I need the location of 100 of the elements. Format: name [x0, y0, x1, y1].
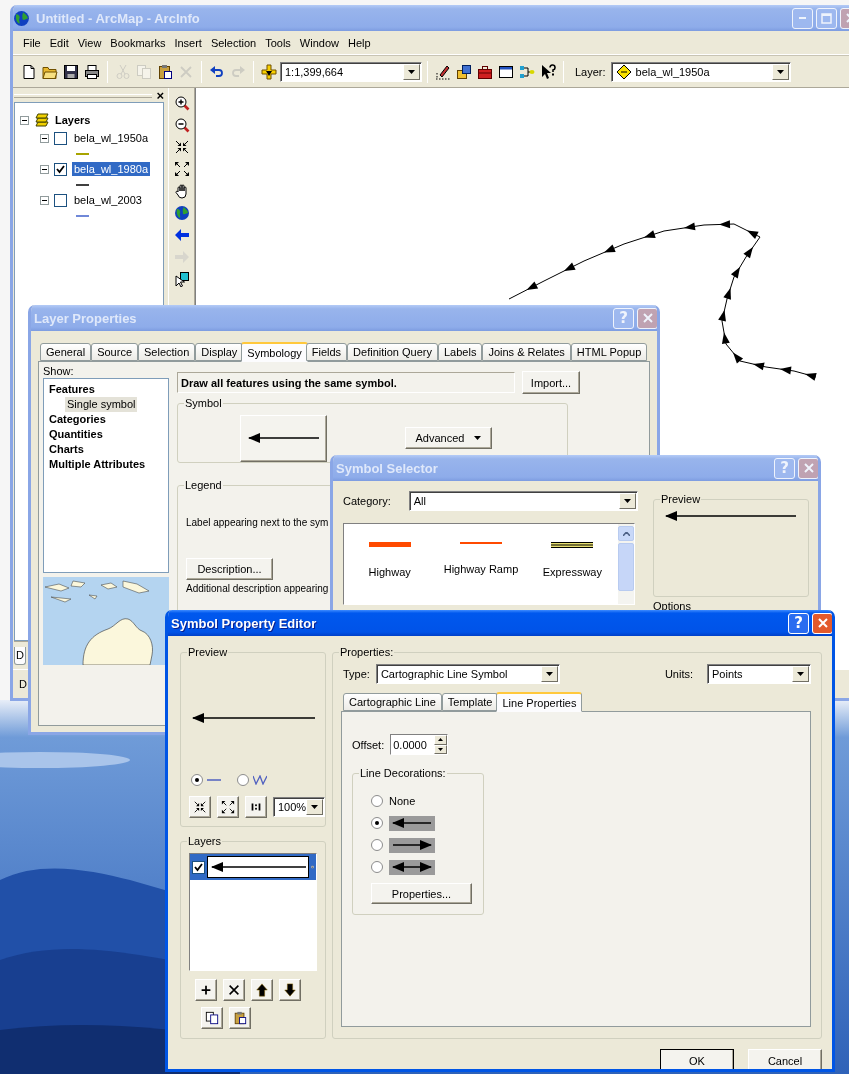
import-button[interactable]: Import...: [522, 371, 580, 394]
fixed-zoom-in-button[interactable]: [189, 796, 211, 818]
tab[interactable]: Joins & Relates: [482, 343, 571, 361]
symbol-preview-button[interactable]: [240, 414, 327, 462]
list-item[interactable]: Single symbol: [65, 397, 138, 412]
paste-button[interactable]: [229, 1007, 251, 1029]
copy-icon: [205, 1011, 219, 1025]
radio-button[interactable]: [371, 817, 383, 829]
field-label: Layer:: [575, 65, 606, 78]
symbol-label[interactable]: Highway Ramp: [443, 563, 519, 575]
list-item[interactable]: Categories: [47, 412, 108, 427]
tab[interactable]: Definition Query: [347, 343, 438, 361]
tab[interactable]: D: [14, 646, 26, 665]
copy-button[interactable]: [201, 1007, 223, 1029]
dropdown-button[interactable]: [618, 493, 636, 509]
minimize-icon: [799, 17, 806, 19]
symbol-label[interactable]: Highway: [368, 566, 411, 578]
fixed-zoom-out-icon: [221, 800, 235, 814]
up-arrow-icon: [255, 983, 269, 997]
caret-icon: [408, 69, 415, 74]
help-button[interactable]: ?: [788, 612, 809, 634]
menu-item[interactable]: Selection: [210, 36, 257, 49]
checkbox[interactable]: [54, 162, 67, 176]
group-label: Preview: [187, 646, 229, 658]
category-dropdown[interactable]: All: [408, 491, 638, 511]
cancel-button[interactable]: Cancel: [748, 1049, 822, 1069]
layer-dropdown[interactable]: bela_wl_1950a: [610, 61, 791, 82]
option-label: None: [389, 795, 416, 807]
menu-item[interactable]: Help: [348, 36, 371, 49]
collapse-toggle[interactable]: [40, 195, 49, 205]
close-button[interactable]: ×: [156, 90, 164, 102]
group-label: Line Decorations:: [359, 767, 447, 779]
fixed-zoom-out-button[interactable]: [217, 796, 239, 818]
close-button[interactable]: [812, 612, 832, 634]
symbol-label[interactable]: Expressway: [542, 566, 602, 578]
description-button[interactable]: Description...: [186, 558, 273, 580]
checkbox[interactable]: [54, 131, 67, 145]
menu-item[interactable]: File: [23, 36, 41, 49]
tab[interactable]: Labels: [438, 343, 483, 361]
group-label: Preview: [660, 493, 702, 505]
list-item[interactable]: [190, 854, 316, 880]
layer-label[interactable]: bela_wl_1980a: [72, 162, 150, 176]
layer-label[interactable]: bela_wl_1950a: [72, 131, 150, 145]
spin-field[interactable]: 0.0000: [390, 734, 449, 755]
zoom-dropdown[interactable]: 100%: [273, 797, 325, 817]
list-item[interactable]: Features: [47, 382, 97, 397]
properties-button[interactable]: Properties...: [371, 883, 472, 904]
tab[interactable]: HTML Popup: [570, 343, 648, 361]
add-button[interactable]: [195, 979, 217, 1001]
menu-item[interactable]: Window: [299, 36, 339, 49]
caret-icon: [776, 69, 784, 74]
radio-button[interactable]: [191, 774, 203, 786]
scale-dropdown[interactable]: 1:1,399,664: [280, 61, 422, 82]
scrollbar-thumb[interactable]: [618, 543, 634, 591]
collapse-toggle[interactable]: [40, 164, 49, 174]
list-item[interactable]: Quantities: [47, 427, 105, 442]
radio-button[interactable]: [371, 795, 383, 807]
tab[interactable]: General: [40, 343, 92, 361]
radio-button[interactable]: [371, 861, 383, 873]
list-item[interactable]: Charts: [47, 442, 86, 457]
tab[interactable]: Symbology: [241, 342, 308, 362]
tab[interactable]: Source: [91, 343, 138, 361]
toolbar-label[interactable]: D: [19, 678, 27, 690]
checkbox[interactable]: [54, 193, 67, 207]
menu-item[interactable]: Insert: [174, 36, 202, 49]
dropdown-button[interactable]: [540, 666, 558, 682]
tab[interactable]: Display: [195, 343, 244, 361]
ok-button[interactable]: OK: [660, 1049, 734, 1069]
dropdown-button[interactable]: [792, 666, 809, 682]
type-dropdown[interactable]: Cartographic Line Symbol: [375, 664, 560, 684]
menu-item[interactable]: Bookmarks: [110, 36, 166, 49]
checkbox[interactable]: [192, 860, 205, 874]
list-item[interactable]: Multiple Attributes: [47, 457, 148, 472]
tab[interactable]: Line Properties: [496, 692, 583, 712]
units-dropdown[interactable]: Points: [707, 664, 811, 684]
menu-item[interactable]: View: [77, 36, 102, 49]
dropdown-button[interactable]: [771, 63, 789, 80]
radio-button[interactable]: [371, 839, 383, 851]
spin-up-button[interactable]: [434, 735, 448, 745]
dropdown-button[interactable]: [306, 799, 323, 815]
menu-item[interactable]: Tools: [265, 36, 291, 49]
tab[interactable]: Fields: [305, 343, 348, 361]
one-to-one-button[interactable]: [245, 796, 267, 818]
collapse-toggle[interactable]: [40, 133, 49, 143]
radio-button[interactable]: [237, 774, 249, 786]
down-button[interactable]: [279, 979, 301, 1001]
layer-label[interactable]: bela_wl_2003: [72, 193, 144, 207]
spin-down-button[interactable]: [434, 744, 448, 754]
menu-item[interactable]: Edit: [49, 36, 69, 49]
collapse-toggle[interactable]: [20, 115, 29, 125]
tab[interactable]: Cartographic Line: [343, 693, 442, 711]
caret-icon: [545, 672, 553, 676]
tab[interactable]: Template: [441, 693, 499, 711]
dropdown-button[interactable]: [403, 63, 420, 80]
remove-button[interactable]: [223, 979, 245, 1001]
advanced-button[interactable]: Advanced: [405, 427, 492, 449]
layer-diamond-icon: [615, 63, 632, 80]
field-label: Type:: [343, 668, 370, 680]
up-button[interactable]: [251, 979, 273, 1001]
tab[interactable]: Selection: [138, 343, 196, 361]
